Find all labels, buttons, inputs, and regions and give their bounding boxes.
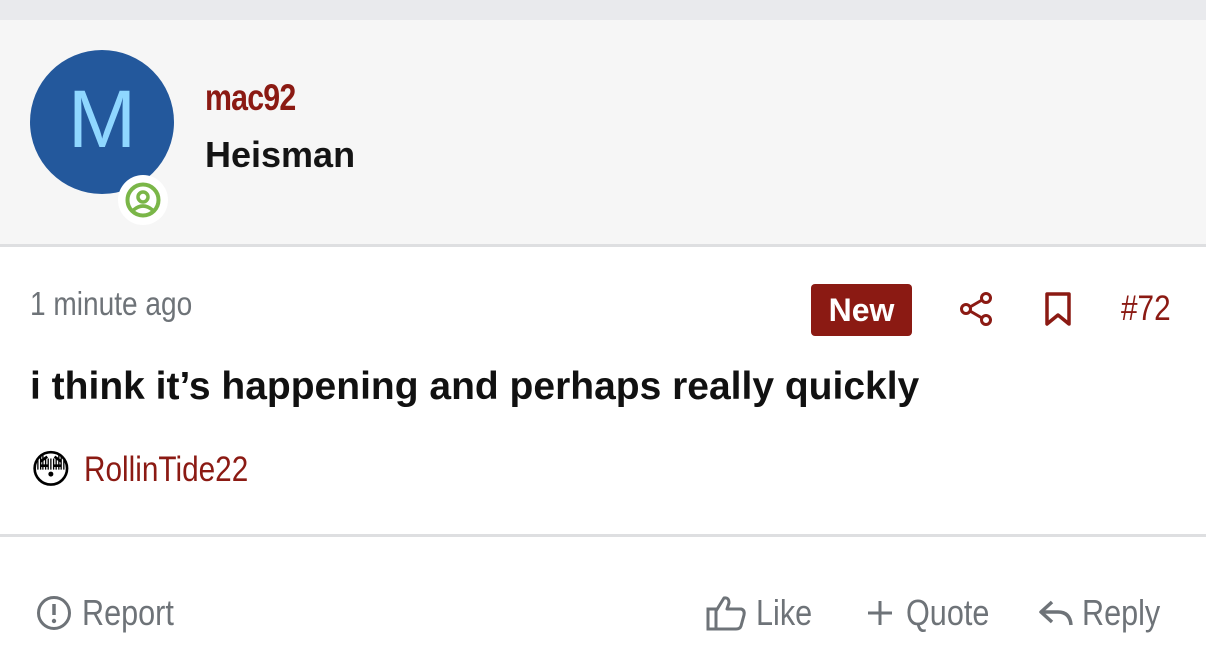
post-number-link[interactable]: #72 (1121, 289, 1171, 329)
avatar-letter: M (67, 74, 137, 165)
post-message: i think it’s happening and perhaps reall… (30, 365, 920, 408)
reaction-user-link[interactable]: RollinTide22 (84, 450, 248, 490)
plus-icon (868, 601, 892, 625)
like-button[interactable]: Like (706, 592, 822, 634)
alert-circle-icon (37, 596, 71, 630)
share-icon[interactable] (958, 291, 994, 327)
report-label: Report (82, 592, 174, 633)
user-title: Heisman (205, 134, 356, 175)
flushed-face-emoji-icon: 😳 (30, 448, 72, 492)
reply-arrow-icon (1039, 600, 1073, 626)
post-body: 1 minute ago New #72 i think it’s happen… (0, 247, 1206, 537)
reply-label: Reply (1082, 592, 1161, 633)
new-badge: New (811, 284, 912, 336)
post-timestamp[interactable]: 1 minute ago (30, 285, 192, 323)
quote-button[interactable]: Quote (866, 592, 1004, 634)
quote-label: Quote (906, 592, 990, 633)
like-label: Like (756, 592, 813, 633)
post-actions-bar: Report Like Quote Reply (0, 537, 1206, 667)
reply-button[interactable]: Reply (1038, 592, 1174, 634)
user-circle-icon (125, 182, 161, 218)
online-status-icon (118, 175, 168, 225)
avatar[interactable]: M (30, 50, 174, 194)
username-link[interactable]: mac92 (205, 77, 296, 119)
post-user-header: M mac92 Heisman (0, 20, 1206, 247)
thumbs-up-icon (706, 596, 746, 631)
bookmark-icon[interactable] (1043, 291, 1073, 327)
top-strip (0, 0, 1206, 20)
reaction-summary[interactable]: 😳 RollinTide22 (30, 450, 277, 490)
report-button[interactable]: Report (36, 592, 190, 634)
